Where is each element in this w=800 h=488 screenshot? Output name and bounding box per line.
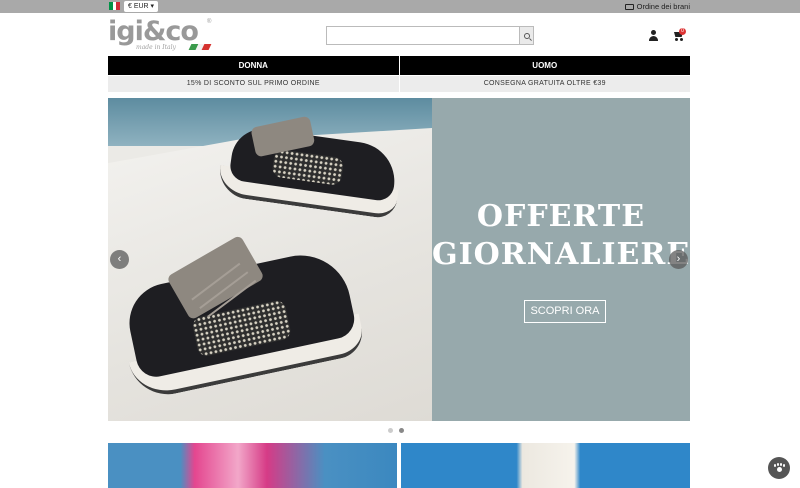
- promo-first-order-discount[interactable]: 15% DI SCONTO SUL PRIMO ORDINE: [108, 76, 399, 92]
- carousel-next-arrow-icon[interactable]: ›: [669, 250, 688, 269]
- cart-count-badge: 0: [679, 28, 686, 35]
- logo-italian-stripes: [188, 44, 212, 50]
- search-input[interactable]: [327, 27, 519, 44]
- category-tile-men[interactable]: [401, 443, 690, 488]
- truck-icon: [624, 3, 634, 10]
- logo-wordmark: igi&co: [108, 16, 199, 47]
- hero-text-panel: OFFERTE GIORNALIERE SCOPRI ORA: [432, 98, 690, 421]
- site-logo[interactable]: igi&co ® made in Italy: [108, 18, 213, 54]
- promo-bar: 15% DI SCONTO SUL PRIMO ORDINE CONSEGNA …: [108, 76, 690, 92]
- currency-selector[interactable]: € EUR ▾: [124, 1, 159, 12]
- carousel-dots: [388, 428, 404, 433]
- discover-now-button[interactable]: SCOPRI ORA: [524, 300, 606, 323]
- search-button[interactable]: [519, 27, 533, 44]
- logo-registered-mark: ®: [207, 19, 212, 25]
- search-icon: [523, 32, 530, 39]
- promo-free-shipping[interactable]: CONSEGNA GRATUITA OLTRE €39: [398, 76, 691, 92]
- main-navigation: DONNA UOMO: [108, 56, 690, 75]
- order-tracking-link[interactable]: Ordine dei brani: [624, 1, 690, 12]
- hero-shoes-image: [108, 98, 432, 421]
- hero-carousel: OFFERTE GIORNALIERE SCOPRI ORA: [108, 98, 690, 421]
- account-icon[interactable]: [648, 30, 659, 42]
- hero-title-line-1: OFFERTE: [476, 199, 646, 234]
- nav-item-donna[interactable]: DONNA: [108, 56, 399, 75]
- italy-flag-icon[interactable]: [109, 2, 121, 10]
- order-tracking-label: Ordine dei brani: [636, 2, 690, 11]
- paw-icon: [774, 463, 785, 473]
- carousel-dot-2[interactable]: [399, 428, 404, 433]
- logo-tagline: made in Italy: [136, 44, 176, 51]
- category-tile-women[interactable]: [108, 443, 397, 488]
- hero-title: OFFERTE GIORNALIERE: [432, 198, 690, 274]
- chat-widget-button[interactable]: [768, 457, 790, 479]
- hero-title-line-2: GIORNALIERE: [432, 237, 690, 272]
- search-box: [326, 26, 534, 45]
- carousel-dot-1[interactable]: [388, 428, 393, 433]
- top-bar: € EUR ▾ Ordine dei brani: [0, 0, 800, 13]
- nav-item-uomo[interactable]: UOMO: [398, 56, 691, 75]
- carousel-prev-arrow-icon[interactable]: ‹: [110, 250, 129, 269]
